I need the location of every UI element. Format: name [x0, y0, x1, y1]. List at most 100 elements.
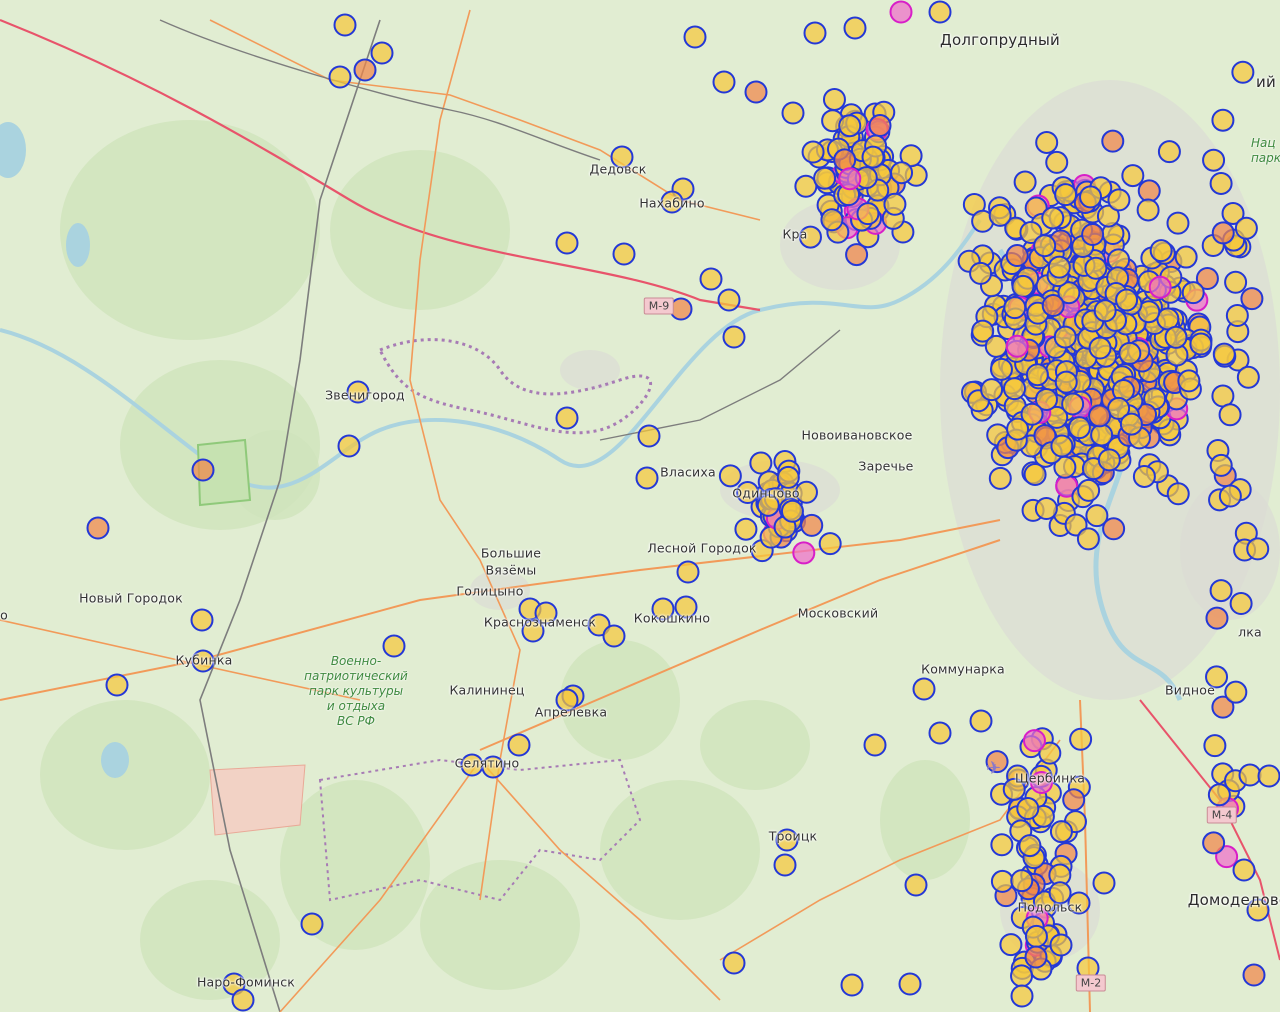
- incident-marker: [969, 709, 993, 733]
- incident-marker: [928, 721, 952, 745]
- incident-marker: [1240, 287, 1264, 311]
- incident-marker: [838, 167, 862, 191]
- incident-marker: [1047, 255, 1071, 279]
- incident-marker: [722, 325, 746, 349]
- incident-marker: [1025, 363, 1049, 387]
- incident-marker: [300, 912, 324, 936]
- incident-marker: [1077, 478, 1101, 502]
- incident-marker: [1088, 336, 1112, 360]
- incident-marker: [676, 560, 700, 584]
- incident-marker: [1033, 234, 1057, 258]
- incident-marker: [333, 13, 357, 37]
- incident-marker: [1006, 417, 1030, 441]
- incident-marker: [231, 988, 255, 1012]
- incident-marker: [1242, 963, 1266, 987]
- incident-marker: [904, 873, 928, 897]
- incident-marker: [1050, 434, 1074, 458]
- incident-marker: [612, 242, 636, 266]
- incident-marker: [838, 114, 862, 138]
- place-vidnoe: Видное: [1164, 682, 1216, 698]
- incident-marker: [1062, 788, 1086, 812]
- place-vlasikha: Власиха: [660, 464, 716, 480]
- incident-marker: [1257, 764, 1280, 788]
- place-edge-o: о: [0, 607, 8, 623]
- incident-marker: [990, 869, 1014, 893]
- incident-marker: [781, 101, 805, 125]
- incident-marker: [1121, 164, 1145, 188]
- incident-marker: [800, 513, 824, 537]
- incident-marker: [699, 267, 723, 291]
- incident-marker: [1231, 60, 1255, 84]
- incident-marker: [890, 161, 914, 185]
- incident-marker: [353, 58, 377, 82]
- incident-marker: [1224, 270, 1248, 294]
- incident-marker: [1166, 211, 1190, 235]
- incident-marker: [1174, 245, 1198, 269]
- incident-marker: [801, 140, 825, 164]
- place-zarechye: Заречье: [858, 458, 914, 474]
- incident-marker: [822, 87, 846, 111]
- place-edge-ii: ий: [1256, 73, 1276, 91]
- incident-marker: [989, 357, 1013, 381]
- place-novoivankovskoe: Новоивановское: [801, 427, 913, 443]
- incident-marker: [912, 677, 936, 701]
- place-bolshie-vyazemy-2: Вязёмы: [485, 562, 537, 578]
- incident-marker: [86, 516, 110, 540]
- incident-marker: [734, 517, 758, 541]
- park-label-national: Нац парк: [1250, 136, 1280, 165]
- incident-marker: [637, 424, 661, 448]
- place-domodedovo: Домодедово: [1187, 891, 1280, 909]
- incident-marker: [1157, 140, 1181, 164]
- incident-marker: [507, 733, 531, 757]
- place-bolshie-vyazemy: Большие: [480, 545, 542, 561]
- incident-marker: [1024, 945, 1048, 969]
- incident-marker: [840, 973, 864, 997]
- incident-marker: [1088, 404, 1112, 428]
- incident-marker: [712, 70, 736, 94]
- incident-marker: [792, 541, 816, 565]
- place-lesnoy-gorodok: Лесной Городок: [647, 540, 757, 556]
- incident-marker: [1229, 592, 1253, 616]
- incident-marker: [1003, 296, 1027, 320]
- place-krasnogorsk: Кра: [782, 226, 808, 242]
- incident-marker: [1010, 869, 1034, 893]
- incident-marker: [683, 25, 707, 49]
- incident-marker: [602, 624, 626, 648]
- incident-marker: [1041, 206, 1065, 230]
- place-naro-fominsk: Наро-Фоминск: [196, 974, 296, 990]
- incident-marker: [1181, 281, 1205, 305]
- incident-marker: [749, 451, 773, 475]
- incident-marker: [337, 434, 361, 458]
- incident-marker: [1079, 185, 1103, 209]
- incident-marker: [1010, 964, 1034, 988]
- incident-marker: [889, 0, 913, 24]
- incident-marker: [813, 166, 837, 190]
- incident-marker: [868, 114, 892, 138]
- incident-marker: [1016, 796, 1040, 820]
- road-shield-m2: М-2: [1075, 974, 1107, 992]
- incident-marker: [988, 203, 1012, 227]
- incident-marker: [1045, 150, 1069, 174]
- incident-marker: [555, 406, 579, 430]
- incident-marker: [856, 202, 880, 226]
- map-canvas[interactable]: Долгопрудный Дедовск Нахабино Кра Звениг…: [0, 0, 1280, 1012]
- incident-marker: [1107, 188, 1131, 212]
- incident-marker: [803, 21, 827, 45]
- place-kommunarka: Коммунарка: [921, 661, 1005, 677]
- incident-marker: [744, 80, 768, 104]
- incident-marker: [1202, 148, 1226, 172]
- incident-marker: [1005, 244, 1029, 268]
- incident-marker: [1005, 334, 1029, 358]
- incident-marker: [1212, 342, 1236, 366]
- incident-marker: [1137, 179, 1161, 203]
- incident-marker: [1097, 448, 1121, 472]
- incident-marker: [1211, 108, 1235, 132]
- incident-marker: [1061, 392, 1085, 416]
- incident-marker: [1053, 325, 1077, 349]
- place-podolsk: Подольск: [1017, 899, 1083, 915]
- incident-marker: [1136, 198, 1160, 222]
- incident-marker: [1054, 370, 1078, 394]
- incident-marker: [717, 288, 741, 312]
- incident-marker: [818, 532, 842, 556]
- incident-marker: [863, 733, 887, 757]
